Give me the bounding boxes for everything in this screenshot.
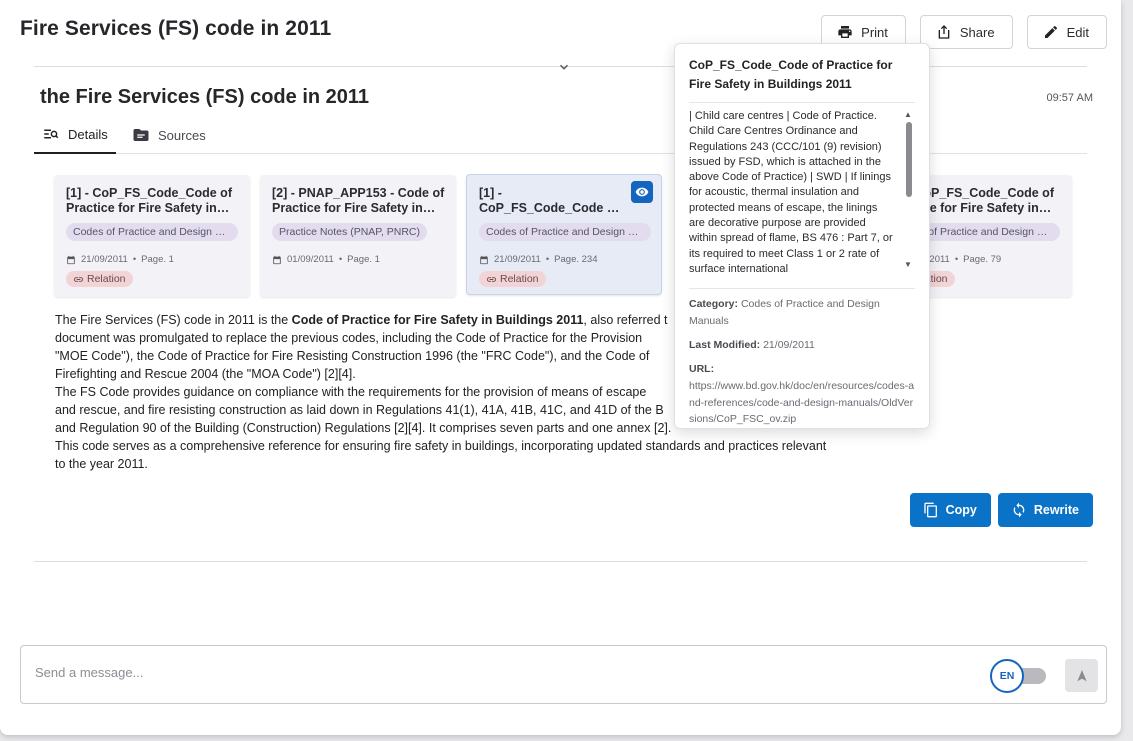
edit-button[interactable]: Edit xyxy=(1026,15,1107,49)
tab-details-label: Details xyxy=(68,126,108,142)
relation-chip[interactable]: Relation xyxy=(66,271,133,287)
message-input[interactable] xyxy=(35,665,935,680)
page-title: Fire Services (FS) code in 2011 xyxy=(20,17,332,40)
send-arrow-icon xyxy=(1076,669,1087,681)
source-date: 21/09/2011 xyxy=(494,254,541,265)
source-card-active[interactable]: [1] - CoP_FS_Code_Code of Practice for F… xyxy=(466,174,662,295)
send-button[interactable] xyxy=(1065,659,1098,692)
meta-separator: • xyxy=(132,254,137,265)
print-label: Print xyxy=(861,24,888,40)
tab-details[interactable]: Details xyxy=(34,116,116,154)
answer-fragment: , also referred t xyxy=(583,313,668,327)
modified-label: Last Modified: xyxy=(689,339,761,351)
source-card-title: [2] - PNAP_APP153 - Code of Practice for… xyxy=(272,186,445,215)
tab-sources[interactable]: Sources xyxy=(124,116,214,154)
popover-excerpt-panel[interactable]: | Child care centres | Code of Practice.… xyxy=(689,109,915,279)
meta-separator: • xyxy=(545,254,550,265)
eye-icon xyxy=(635,187,649,197)
source-card[interactable]: [1] - CoP_FS_Code_Code of Practice for F… xyxy=(54,175,250,297)
edit-label: Edit xyxy=(1066,24,1089,40)
share-label: Share xyxy=(959,24,995,40)
link-icon xyxy=(486,276,497,282)
details-list-search-icon xyxy=(44,129,59,139)
rewrite-button[interactable]: Rewrite xyxy=(997,493,1093,527)
printer-icon xyxy=(838,26,852,38)
share-upload-icon xyxy=(938,25,950,39)
copy-icon xyxy=(923,502,937,518)
source-page: Page. 1 xyxy=(141,254,174,265)
url-label: URL: xyxy=(689,363,715,375)
category-chip: Codes of Practice and Design Manuals xyxy=(479,223,651,241)
source-page: Page. 79 xyxy=(963,254,1002,265)
category-chip: Codes of Practice and Design Manuals xyxy=(66,223,238,241)
link-icon xyxy=(73,276,84,282)
modified-value: 21/09/2011 xyxy=(763,339,815,351)
meta-separator: • xyxy=(954,254,959,265)
source-card[interactable]: [2] - PNAP_APP153 - Code of Practice for… xyxy=(260,175,456,297)
language-knob: EN xyxy=(990,659,1024,693)
chevron-down-icon[interactable] xyxy=(557,60,571,74)
excerpt-scrollbar[interactable]: ▲ ▼ xyxy=(901,109,915,279)
popover-divider xyxy=(689,288,915,289)
popover-url: URL: xyxy=(689,361,915,378)
source-meta: 21/09/2011 • Page. 1 xyxy=(66,254,239,265)
answer-actions: Copy Rewrite xyxy=(909,493,1093,527)
category-chip: Practice Notes (PNAP, PNRC) xyxy=(272,223,428,241)
answer-line: to the year 2011. xyxy=(55,457,148,471)
popover-category: Category: Codes of Practice and Design M… xyxy=(689,296,915,330)
url-value[interactable]: https://www.bd.gov.hk/doc/en/resources/c… xyxy=(689,378,915,428)
refresh-icon xyxy=(1013,502,1025,518)
relation-label: Relation xyxy=(500,273,539,285)
scroll-thumb[interactable] xyxy=(906,122,912,197)
source-meta: 01/09/2011 • Page. 1 xyxy=(272,254,445,265)
source-date: 21/09/2011 xyxy=(81,254,128,265)
message-timestamp: 09:57 AM xyxy=(1046,92,1093,104)
popover-title: CoP_FS_Code_Code of Practice for Fire Sa… xyxy=(689,56,915,103)
calendar-icon xyxy=(67,255,75,264)
chat-composer: EN xyxy=(20,645,1107,704)
answer-line: This code serves as a comprehensive refe… xyxy=(55,439,827,453)
calendar-icon xyxy=(480,255,488,264)
app-window: Fire Services (FS) code in 2011 Print Sh… xyxy=(0,0,1121,735)
popover-modified: Last Modified: 21/09/2011 xyxy=(689,337,915,354)
language-toggle[interactable]: EN xyxy=(990,659,1050,693)
answer-bold: Code of Practice for Fire Safety in Buil… xyxy=(291,313,584,327)
calendar-icon xyxy=(273,255,281,264)
scroll-down-arrow-icon[interactable]: ▼ xyxy=(904,261,912,269)
tab-sources-label: Sources xyxy=(158,127,206,143)
relation-label: Relation xyxy=(87,273,126,285)
source-date: 01/09/2011 xyxy=(287,254,334,265)
popover-excerpt: | Child care centres | Code of Practice.… xyxy=(689,110,893,275)
share-button[interactable]: Share xyxy=(919,15,1013,49)
rewrite-label: Rewrite xyxy=(1033,503,1079,517)
meta-separator: • xyxy=(338,254,343,265)
category-label: Category: xyxy=(689,298,739,310)
pencil-icon xyxy=(1044,25,1057,38)
source-card-title: [1] - CoP_FS_Code_Code of Practice for F… xyxy=(479,186,619,215)
folder-icon xyxy=(133,129,149,141)
message-title: the Fire Services (FS) code in 2011 xyxy=(40,86,370,108)
source-card-title: [1] - CoP_FS_Code_Code of Practice for F… xyxy=(66,186,232,215)
source-page: Page. 1 xyxy=(347,254,380,265)
relation-chip[interactable]: Relation xyxy=(479,271,546,287)
content-divider xyxy=(34,561,1087,562)
scroll-up-arrow-icon[interactable]: ▲ xyxy=(904,111,912,119)
source-preview-popover: CoP_FS_Code_Code of Practice for Fire Sa… xyxy=(674,43,930,429)
preview-button[interactable] xyxy=(631,181,653,203)
copy-button[interactable]: Copy xyxy=(909,493,991,527)
answer-fragment: The Fire Services (FS) code in 2011 is t… xyxy=(55,313,292,327)
copy-label: Copy xyxy=(945,503,977,517)
source-page: Page. 234 xyxy=(554,254,598,265)
source-meta: 21/09/2011 • Page. 234 xyxy=(479,254,650,265)
